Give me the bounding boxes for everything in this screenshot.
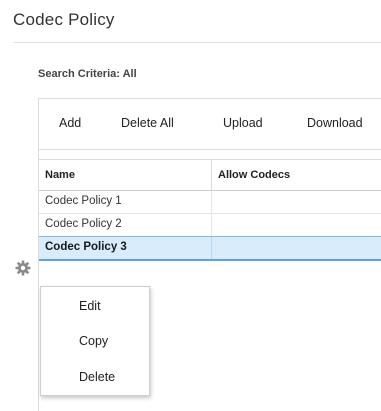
table-row[interactable]: Codec Policy 1 — [39, 191, 381, 214]
cell-divider — [211, 214, 212, 236]
table-row-selected[interactable]: Codec Policy 3 — [39, 236, 381, 261]
menu-item-edit[interactable]: Edit — [79, 299, 101, 313]
add-button[interactable]: Add — [59, 116, 81, 130]
download-button[interactable]: Download — [307, 116, 363, 130]
column-header-allow-codecs[interactable]: Allow Codecs — [218, 169, 290, 181]
row-name-cell: Codec Policy 3 — [45, 241, 127, 253]
page-title: Codec Policy — [13, 10, 115, 29]
title-divider — [13, 42, 381, 43]
row-name-cell: Codec Policy 1 — [45, 195, 122, 207]
menu-item-copy[interactable]: Copy — [79, 334, 108, 348]
cell-divider — [211, 191, 212, 213]
toolbar: Add Delete All Upload Download — [39, 99, 381, 150]
gear-icon[interactable] — [15, 260, 31, 276]
row-context-menu: Edit Copy Delete — [40, 286, 150, 396]
delete-all-button[interactable]: Delete All — [121, 116, 174, 130]
search-criteria-label: Search Criteria: All — [38, 68, 137, 80]
table-row[interactable]: Codec Policy 2 — [39, 214, 381, 237]
upload-button[interactable]: Upload — [223, 116, 263, 130]
column-divider[interactable] — [211, 160, 212, 190]
menu-item-delete[interactable]: Delete — [79, 370, 115, 384]
cell-divider — [211, 237, 212, 259]
column-header-name[interactable]: Name — [45, 169, 75, 181]
row-name-cell: Codec Policy 2 — [45, 218, 122, 230]
table-header: Name Allow Codecs — [39, 159, 381, 191]
